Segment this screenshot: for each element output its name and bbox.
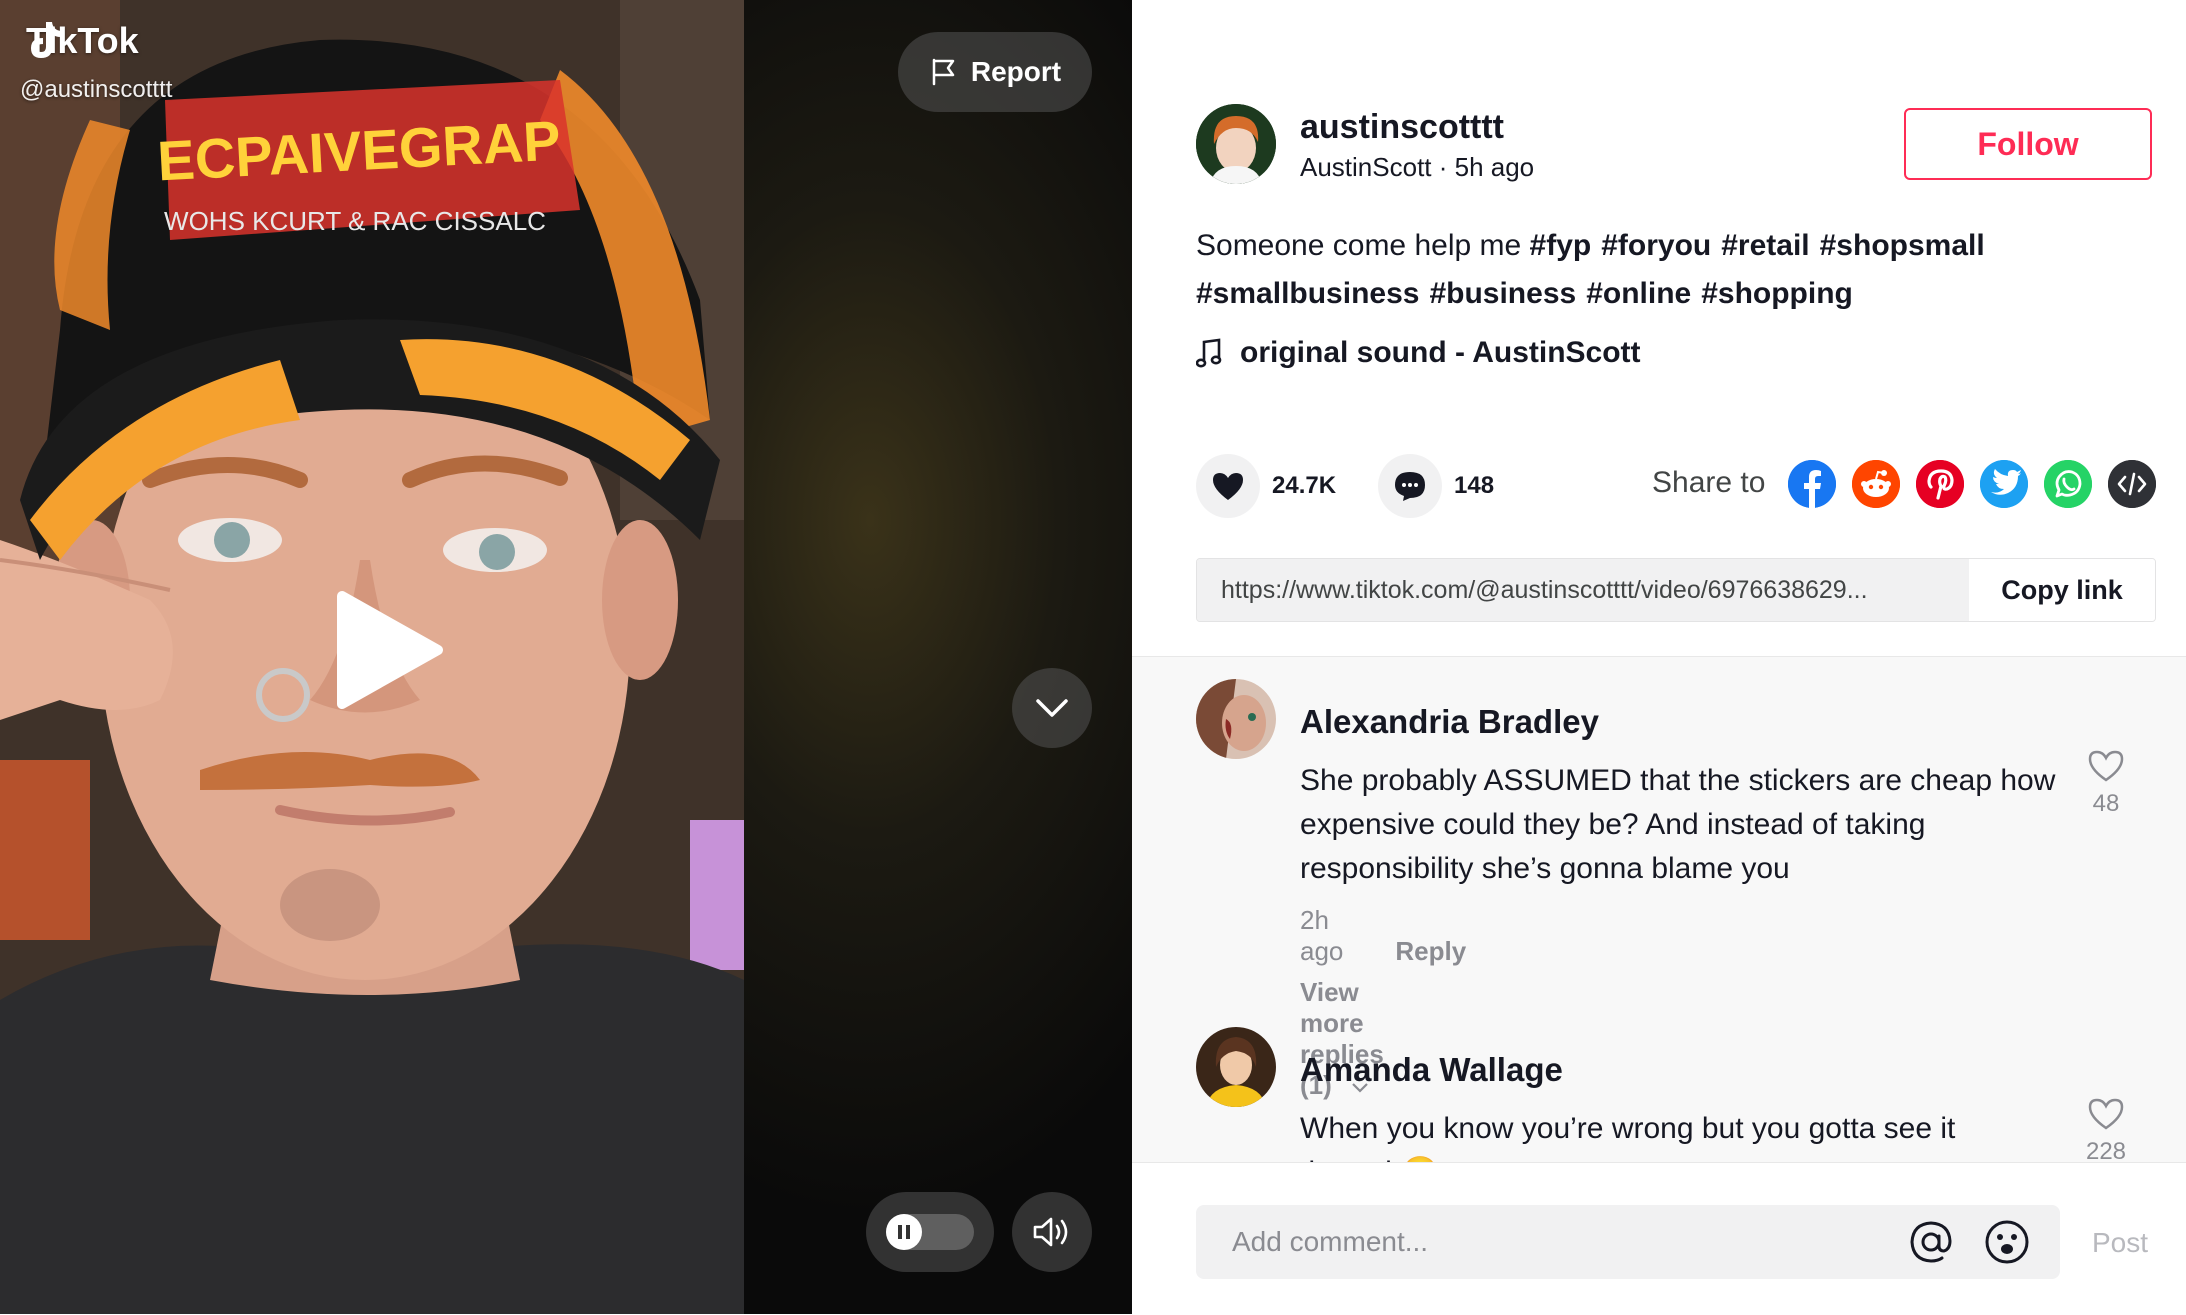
hashtag-link[interactable]: #shopping: [1701, 277, 1853, 310]
hashtag-link[interactable]: #fyp: [1530, 229, 1592, 262]
post-button[interactable]: Post: [2092, 1227, 2148, 1259]
hashtag-link[interactable]: #foryou: [1601, 229, 1711, 262]
author-avatar[interactable]: [1196, 104, 1276, 184]
comment-like[interactable]: 228: [2076, 1097, 2136, 1163]
flag-icon: [932, 58, 955, 86]
next-video-button[interactable]: [1012, 668, 1092, 748]
comment-composer: Add comment... Post: [1132, 1162, 2186, 1315]
video-player[interactable]: ECPAIVEGRAP WOHS KCURT & RAC CISSALC Tik…: [0, 0, 1132, 1314]
comment-placeholder: Add comment...: [1232, 1226, 1429, 1257]
mention-icon[interactable]: [1908, 1219, 1954, 1265]
commenter-name[interactable]: Alexandria Bradley: [1300, 703, 1599, 741]
comment-like-count: 228: [2085, 1138, 2127, 1163]
svg-text:WOHS KCURT & RAC CISSALC: WOHS KCURT & RAC CISSALC: [164, 206, 546, 236]
author-header: austinscotttt AustinScott · 5h ago: [1196, 104, 1534, 184]
heart-outline-icon: [2088, 750, 2124, 782]
sound-label: original sound - AustinScott: [1240, 336, 1641, 369]
comment-like[interactable]: 48: [2076, 749, 2136, 818]
play-icon[interactable]: [330, 590, 450, 710]
video-description: Someone come help me #fyp #foryou #retail #…: [1196, 222, 2096, 318]
pause-icon: [886, 1214, 922, 1250]
reddit-icon[interactable]: [1852, 460, 1900, 508]
video-link-field[interactable]: https://www.tiktok.com/@austinscotttt/vi…: [1197, 559, 1969, 621]
twitter-icon[interactable]: [1980, 460, 2028, 508]
commenter-name[interactable]: Amanda Wallage: [1300, 1051, 1563, 1089]
heart-icon: [1213, 473, 1243, 500]
pinterest-icon[interactable]: [1916, 460, 1964, 508]
share-targets: [1788, 460, 2156, 508]
speaker-icon: [1033, 1217, 1068, 1247]
heart-outline-icon: [2088, 1098, 2124, 1130]
video-frame[interactable]: ECPAIVEGRAP WOHS KCURT & RAC CISSALC Tik…: [0, 0, 744, 1314]
tiktok-logo: TikTok: [26, 20, 139, 62]
whatsapp-icon[interactable]: [2044, 460, 2092, 508]
tiktok-note-icon: [31, 22, 61, 58]
autoplay-toggle[interactable]: [866, 1192, 994, 1272]
hashtag-link[interactable]: #shopsmall: [1820, 229, 1985, 262]
comment-input[interactable]: Add comment...: [1196, 1205, 2060, 1279]
report-label: Report: [970, 56, 1062, 87]
facebook-icon[interactable]: [1788, 460, 1836, 508]
author-username[interactable]: austinscotttt: [1300, 106, 1534, 148]
description-text: Someone come help me: [1196, 229, 1522, 262]
comment-bubble-icon: [1395, 472, 1426, 501]
comment-text: She probably ASSUMED that the stickers a…: [1300, 764, 2056, 885]
comment-list[interactable]: Alexandria Bradley She probably ASSUMED …: [1132, 656, 2186, 1163]
embed-icon[interactable]: [2108, 460, 2156, 508]
hashtag-link[interactable]: #online: [1586, 277, 1691, 310]
report-button[interactable]: Report: [898, 32, 1092, 112]
details-panel: austinscotttt AustinScott · 5h ago Follo…: [1132, 0, 2186, 1315]
emoji-icon[interactable]: [1984, 1219, 2030, 1265]
author-subline: AustinScott · 5h ago: [1300, 151, 1535, 182]
hashtag-link[interactable]: #retail: [1721, 229, 1809, 262]
comment-text: When you know you’re wrong but you gotta…: [1300, 1112, 1956, 1163]
hashtag-link[interactable]: #business: [1429, 277, 1576, 310]
comment-meta: 2h ago Reply: [1300, 905, 1466, 967]
like-button[interactable]: [1196, 454, 1260, 518]
copy-link-row: https://www.tiktok.com/@austinscotttt/vi…: [1196, 558, 2156, 622]
music-note-icon: [1196, 338, 1222, 368]
video-watermark-handle: @austinscotttt: [20, 76, 173, 103]
follow-button[interactable]: Follow: [1904, 108, 2152, 180]
comment-count: 148: [1454, 472, 1495, 499]
volume-button[interactable]: [1012, 1192, 1092, 1272]
like-count: 24.7K: [1272, 472, 1337, 499]
reply-button[interactable]: Reply: [1395, 936, 1466, 966]
comment-like-count: 48: [2092, 790, 2120, 817]
sound-link[interactable]: original sound - AustinScott: [1196, 336, 1641, 370]
hashtag-link[interactable]: #smallbusiness: [1196, 277, 1419, 310]
commenter-avatar[interactable]: [1196, 1027, 1276, 1107]
comment-button[interactable]: [1378, 454, 1443, 518]
engagement-stats: 24.7K 148: [1196, 454, 1536, 518]
chevron-down-icon: [1036, 699, 1068, 717]
copy-link-button[interactable]: Copy link: [1969, 559, 2155, 621]
commenter-avatar[interactable]: [1196, 679, 1276, 759]
share-label: Share to: [1652, 466, 1766, 499]
comment-time: 2h ago: [1300, 905, 1344, 966]
